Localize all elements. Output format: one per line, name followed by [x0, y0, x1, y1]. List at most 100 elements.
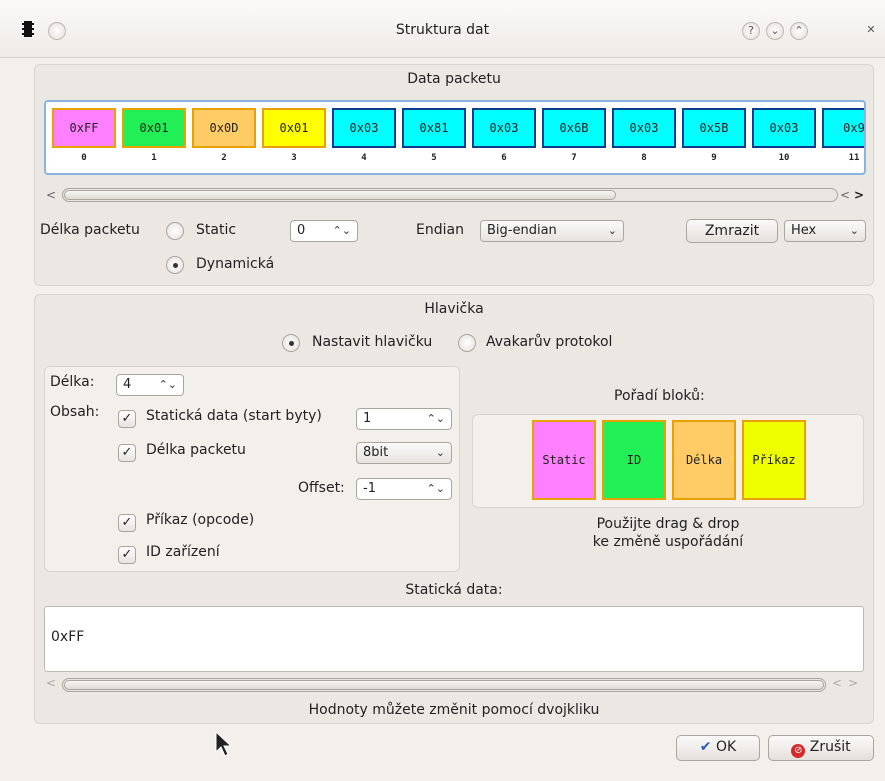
device-id-checkbox[interactable]: ✓	[118, 546, 136, 564]
minimize-button[interactable]: ⌄	[766, 22, 784, 40]
endian-select[interactable]: Big-endian ⌄	[480, 220, 624, 242]
spin-arrows-icon-2[interactable]: ⌃⌄	[159, 375, 177, 395]
packet-byte[interactable]: 0x03	[332, 108, 396, 148]
scroll-left-icon-3[interactable]: <	[46, 676, 56, 690]
set-header-label: Nastavit hlavičku	[312, 334, 433, 350]
packet-byte-index: 7	[571, 153, 577, 163]
packet-length-checkbox[interactable]: ✓	[118, 444, 136, 462]
header-block[interactable]: Délka	[672, 420, 736, 500]
packet-byte-index: 4	[361, 153, 367, 163]
device-id-label: ID zařízení	[146, 544, 220, 560]
chevron-down-icon: ⌄	[607, 224, 617, 237]
content-label: Obsah:	[50, 404, 100, 420]
scroll-left-icon-2[interactable]: <	[840, 188, 850, 202]
header-length-label: Délka:	[50, 374, 95, 390]
header-length-spinbox[interactable]: 4 ⌃⌄	[116, 374, 184, 396]
static-data-checkbox[interactable]: ✓	[118, 410, 136, 428]
offset-spinbox[interactable]: -1 ⌃⌄	[356, 478, 452, 500]
dnd-hint-line-2: ke změně uspořádání	[592, 534, 744, 550]
packet-byte[interactable]: 0x81	[402, 108, 466, 148]
title-bar: Struktura dat ? ⌄ ⌃ ✕	[0, 0, 885, 58]
packet-byte-index: 0	[81, 153, 87, 163]
packet-byte[interactable]: 0xFF	[52, 108, 116, 148]
endian-label: Endian	[416, 222, 464, 238]
ok-button[interactable]: ✔ OK	[676, 735, 760, 761]
cancel-button[interactable]: ⊘ Zrušit	[768, 735, 874, 761]
static-length-spinbox[interactable]: 0 ⌃⌄	[290, 220, 358, 242]
packet-bytes-view[interactable]: 0xFF 0 0x01 1 0x0D 2 0x01 3 0x03 4 0x81 5 0x03 6 0x6B 7…	[44, 100, 866, 175]
scroll-left-icon[interactable]: <	[46, 188, 56, 202]
scroll-left-icon-4[interactable]: <	[832, 676, 842, 690]
static-data-content: 0xFF	[51, 629, 85, 645]
offset-value: -1	[363, 481, 376, 496]
packet-length-field-label: Délka packetu	[146, 442, 246, 458]
mouse-cursor-icon	[215, 730, 233, 757]
static-data-count: 1	[363, 411, 372, 426]
scroll-right-icon[interactable]: >	[854, 188, 864, 202]
cancel-label: Zrušit	[809, 739, 851, 755]
header-block[interactable]: ID	[602, 420, 666, 500]
set-header-radio[interactable]	[282, 334, 300, 352]
cancel-icon: ⊘	[791, 744, 806, 758]
packet-byte[interactable]: 0x03	[612, 108, 676, 148]
close-button[interactable]: ✕	[862, 22, 880, 40]
packet-scrollbar-thumb[interactable]	[64, 190, 616, 200]
packet-length-type-select[interactable]: 8bit ⌄	[356, 442, 452, 464]
dynamic-length-radio[interactable]	[166, 256, 184, 274]
dynamic-length-label: Dynamická	[196, 256, 275, 272]
header-block[interactable]: Příkaz	[742, 420, 806, 500]
offset-label: Offset:	[298, 480, 345, 496]
freeze-button[interactable]: Zmrazit	[686, 219, 778, 243]
command-label: Příkaz (opcode)	[146, 512, 255, 528]
static-data-textbox[interactable]: 0xFF	[44, 606, 864, 672]
static-data-scrollbar-thumb[interactable]	[64, 680, 824, 690]
packet-section: Data packetu	[34, 64, 874, 286]
header-length-value: 4	[123, 377, 132, 392]
edit-hint: Hodnoty můžete změnit pomocí dvojkliku	[308, 702, 600, 718]
packet-byte-index: 1	[151, 153, 157, 163]
checkmark-icon: ✔	[699, 739, 712, 755]
packet-byte[interactable]: 0x0D	[192, 108, 256, 148]
dnd-hint-line-1: Použijte drag & drop	[596, 516, 740, 532]
packet-byte[interactable]: 0x5B	[682, 108, 746, 148]
header-fields-group	[44, 366, 460, 572]
packet-byte-index: 9	[711, 153, 717, 163]
packet-length-label: Délka packetu	[40, 222, 140, 238]
block-order-title: Pořadí bloků:	[614, 388, 705, 404]
static-data-label: Statická data (start byty)	[146, 408, 322, 424]
packet-byte[interactable]: 0x03	[472, 108, 536, 148]
endian-value: Big-endian	[487, 223, 557, 238]
scroll-right-icon-2[interactable]: >	[848, 676, 858, 690]
command-checkbox[interactable]: ✓	[118, 514, 136, 532]
maximize-button[interactable]: ⌃	[790, 22, 808, 40]
help-button[interactable]: ?	[742, 22, 760, 40]
packet-byte-index: 10	[778, 153, 790, 163]
packet-scrollbar[interactable]	[62, 188, 838, 202]
packet-length-type-value: 8bit	[363, 445, 389, 460]
chevron-down-icon-3: ⌄	[435, 446, 445, 459]
spin-arrows-icon-4[interactable]: ⌃⌄	[427, 479, 445, 499]
format-value: Hex	[791, 223, 817, 238]
packet-byte-index: 2	[221, 153, 227, 163]
header-section-title: Hlavička	[424, 301, 484, 317]
packet-byte[interactable]: 0x03	[752, 108, 816, 148]
packet-byte[interactable]: 0x01	[122, 108, 186, 148]
packet-byte[interactable]: 0x01	[262, 108, 326, 148]
avakar-protocol-radio[interactable]	[458, 334, 476, 352]
packet-byte[interactable]: 0x6B	[542, 108, 606, 148]
packet-byte-index: 11	[848, 153, 860, 163]
static-data-scrollbar[interactable]	[62, 678, 826, 692]
static-data-spinbox[interactable]: 1 ⌃⌄	[356, 408, 452, 430]
format-select[interactable]: Hex ⌄	[784, 220, 866, 242]
static-length-radio[interactable]	[166, 222, 184, 240]
packet-byte[interactable]: 0x9	[822, 108, 864, 148]
packet-byte-index: 8	[641, 153, 647, 163]
packet-byte-index: 6	[501, 153, 507, 163]
packet-byte-index: 5	[431, 153, 437, 163]
spin-arrows-icon-3[interactable]: ⌃⌄	[427, 409, 445, 429]
spin-arrows-icon[interactable]: ⌃⌄	[333, 221, 351, 241]
static-length-value: 0	[297, 223, 306, 238]
avakar-protocol-label: Avakarův protokol	[486, 334, 613, 350]
static-length-label: Static	[196, 222, 237, 238]
header-block[interactable]: Static	[532, 420, 596, 500]
